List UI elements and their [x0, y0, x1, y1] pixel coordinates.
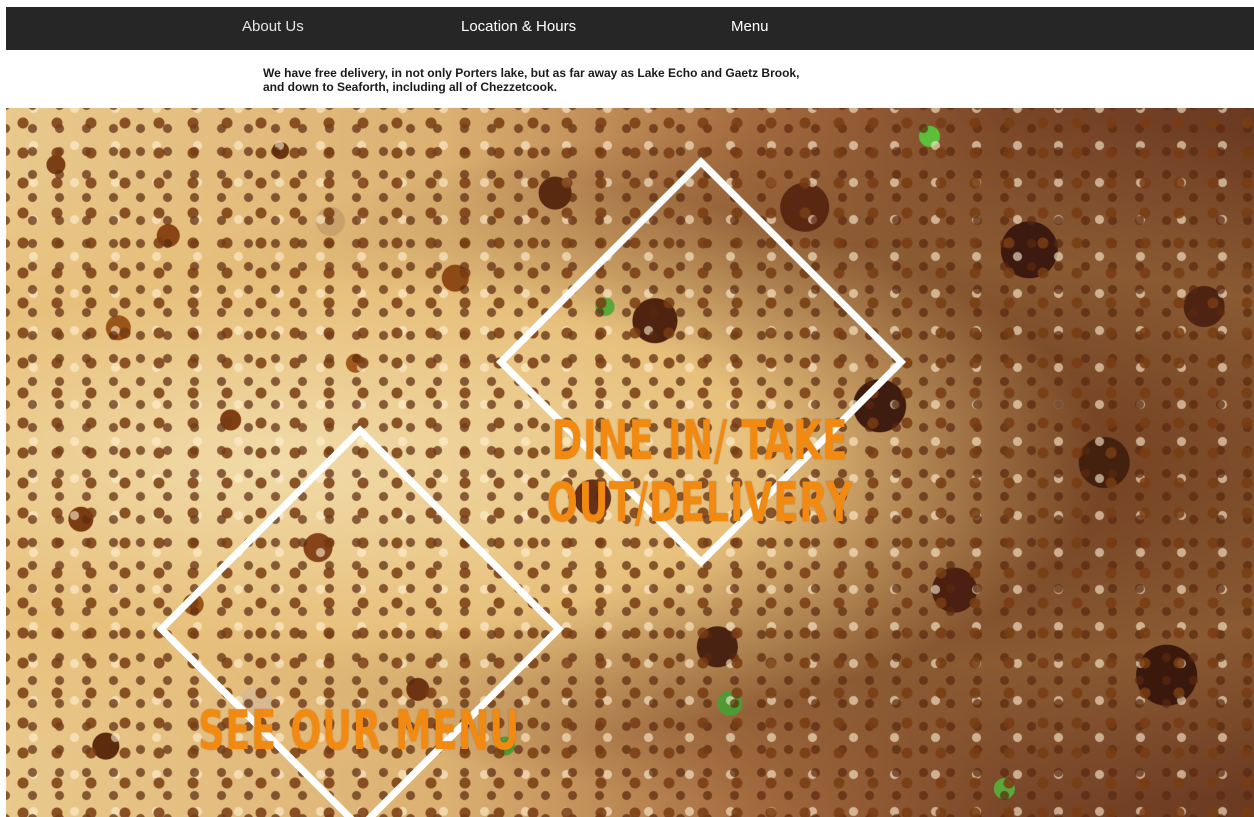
dine-cta-line-1: DINE IN/ TAKE	[551, 409, 849, 472]
delivery-intro-text: We have free delivery, in not only Porte…	[263, 66, 800, 94]
nav-link-location-hours[interactable]: Location & Hours	[461, 18, 576, 36]
page: About Us Location & Hours Menu We have f…	[0, 0, 1254, 817]
see-our-menu-button[interactable]: SEE OUR MENU	[155, 700, 563, 762]
dine-in-takeout-delivery-button[interactable]: DINE IN/ TAKE OUT/DELIVERY	[496, 410, 904, 534]
nav-link-menu[interactable]: Menu	[731, 18, 769, 36]
top-navbar: About Us Location & Hours Menu	[6, 7, 1254, 50]
dine-cta-line-2: OUT/DELIVERY	[546, 471, 854, 534]
nav-link-about-us[interactable]: About Us	[242, 18, 304, 36]
